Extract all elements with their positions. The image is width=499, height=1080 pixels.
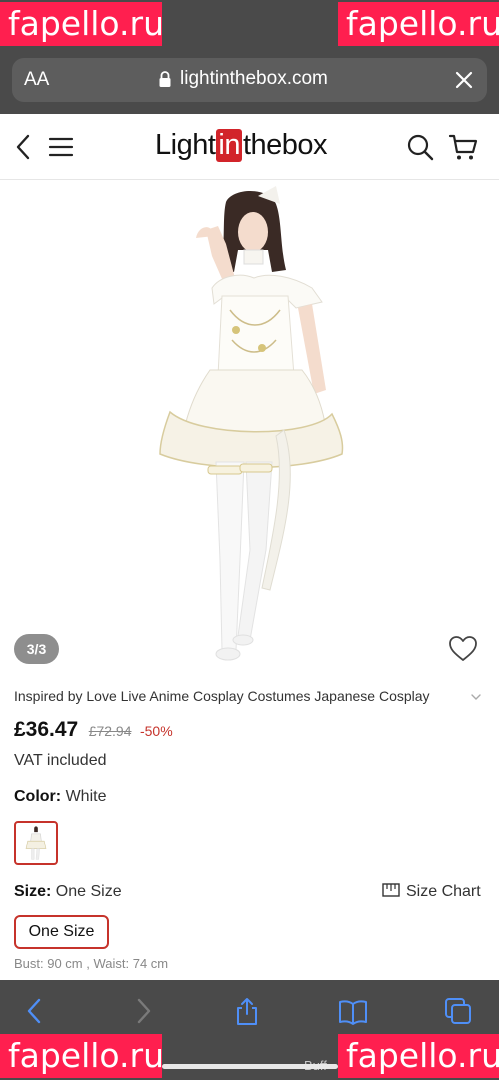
logo-suffix: thebox xyxy=(242,129,328,161)
site-header: Light in thebox xyxy=(0,114,499,180)
size-value: One Size xyxy=(55,883,122,900)
bookmarks-icon[interactable] xyxy=(338,996,368,1026)
size-option-one-size[interactable]: One Size xyxy=(14,915,109,949)
url-text[interactable]: lightinthebox.com xyxy=(180,68,328,90)
watermark-bottom-right: fapello.ru xyxy=(338,1034,499,1078)
back-icon[interactable] xyxy=(20,996,50,1026)
current-price: £36.47 xyxy=(14,718,79,741)
discount-badge: -50% xyxy=(139,723,173,739)
tabs-icon[interactable] xyxy=(443,996,473,1026)
size-chart-link[interactable]: Size Chart xyxy=(382,883,481,901)
measurements-text: Bust: 90 cm , Waist: 74 cm xyxy=(14,956,169,971)
heart-icon[interactable] xyxy=(448,634,478,664)
chevron-down-icon[interactable] xyxy=(470,692,482,702)
vat-note: VAT included xyxy=(14,752,107,769)
browser-address-area: AA lightinthebox.com xyxy=(0,48,499,114)
image-counter-badge: 3/3 xyxy=(14,634,59,664)
color-value: White xyxy=(65,788,107,805)
logo-prefix: Light xyxy=(155,129,216,161)
color-label: Color: xyxy=(14,788,62,805)
size-selector-label: Size: One Size xyxy=(14,883,122,901)
text-size-button[interactable]: AA xyxy=(24,69,49,91)
close-icon[interactable] xyxy=(453,69,475,91)
site-logo[interactable]: Light in thebox xyxy=(155,129,328,163)
cart-icon[interactable] xyxy=(448,132,478,162)
color-swatch-white[interactable] xyxy=(14,821,58,865)
lock-icon xyxy=(159,71,171,87)
size-label: Size: xyxy=(14,883,52,900)
watermark-top-left: fapello.ru xyxy=(0,2,164,46)
price-row: £36.47 £72.94 -50% xyxy=(14,718,173,746)
color-selector-label: Color: White xyxy=(14,788,106,806)
original-price: £72.94 xyxy=(88,723,132,739)
product-image[interactable] xyxy=(0,180,499,680)
watermark-bottom-left: fapello.ru xyxy=(0,1034,164,1078)
ruler-icon xyxy=(382,883,400,897)
watermark-top-right: fapello.ru xyxy=(338,2,499,46)
search-icon[interactable] xyxy=(406,133,434,161)
back-chevron-icon[interactable] xyxy=(12,132,34,162)
home-indicator[interactable] xyxy=(162,1064,338,1069)
address-bar[interactable]: AA lightinthebox.com xyxy=(12,58,487,102)
share-icon[interactable] xyxy=(232,996,262,1026)
product-title: Inspired by Love Live Anime Cosplay Cost… xyxy=(14,688,430,704)
size-chart-label: Size Chart xyxy=(406,883,481,900)
menu-icon[interactable] xyxy=(48,136,74,158)
forward-icon[interactable] xyxy=(128,996,158,1026)
logo-highlight: in xyxy=(216,129,242,162)
